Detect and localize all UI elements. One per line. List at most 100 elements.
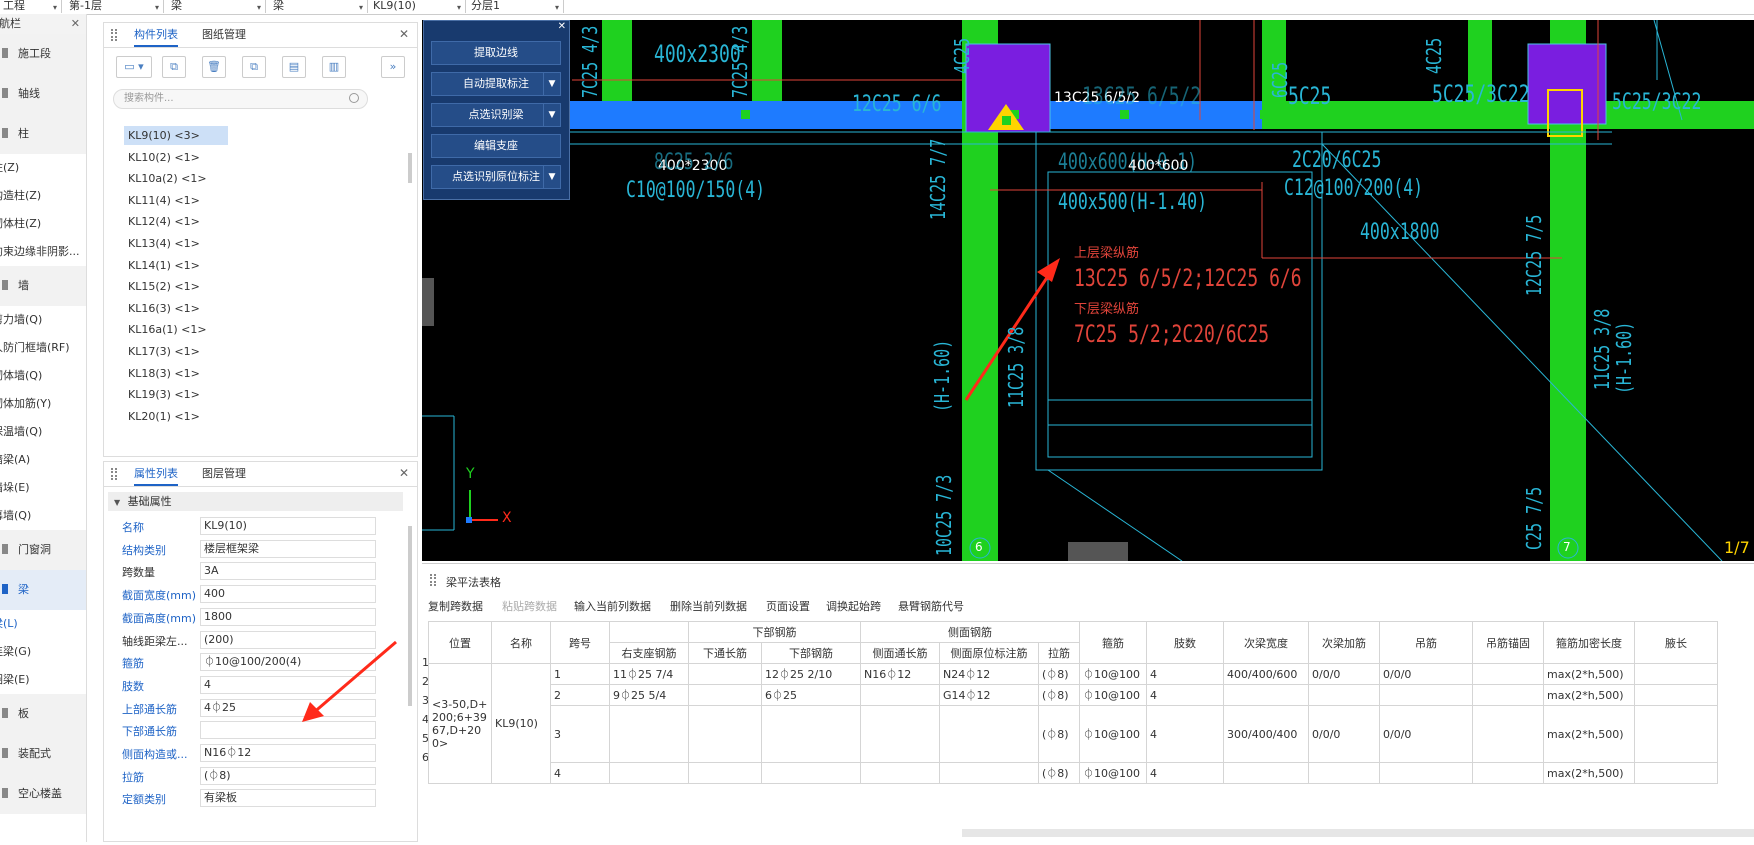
sidebar-item[interactable]: 墙	[0, 266, 86, 306]
table-cell[interactable]: 0/0/0	[1308, 705, 1380, 763]
table-cell[interactable]: 4	[1146, 684, 1224, 706]
table-cell[interactable]	[860, 705, 940, 763]
type-select[interactable]: 梁 ▾	[270, 0, 368, 13]
sidebar-item[interactable]: 砌体柱(Z)	[0, 210, 86, 238]
pick-recognize-beam-button[interactable]: 点选识别梁 ▼	[431, 103, 561, 127]
layer-select[interactable]: 分层1 ▾	[468, 0, 564, 13]
close-icon[interactable]: ✕	[558, 21, 566, 32]
tab-property-list[interactable]: 属性列表	[134, 462, 178, 486]
table-cell[interactable]	[1308, 762, 1380, 784]
component-list-item[interactable]: KL20(1) <1>	[124, 407, 228, 426]
sidebar-item[interactable]: 圈梁(E)	[0, 666, 86, 694]
table-cell[interactable]	[860, 684, 940, 706]
table-row[interactable]: 3 (⏀8) ⏀10@100 4 300/400/400 0/0/0 0/0/0 max(2*…	[429, 705, 1718, 763]
table-cell[interactable]: 9⏀25 5/4	[609, 684, 689, 706]
component-list-item[interactable]: KL12(4) <1>	[124, 212, 228, 231]
table-cell[interactable]	[688, 762, 762, 784]
table-cell[interactable]: ⏀10@100	[1079, 663, 1147, 685]
sidebar-item[interactable]: 砌体墙(Q)	[0, 362, 86, 390]
table-cell[interactable]	[1634, 762, 1718, 784]
table-cell[interactable]: max(2*h,500)	[1543, 762, 1635, 784]
input-column-data-button[interactable]: 输入当前列数据	[574, 598, 651, 614]
component-list-item[interactable]: KL9(10) <3>	[124, 126, 228, 145]
component-list-item[interactable]: KL16(3) <1>	[124, 299, 228, 318]
table-cell[interactable]: 6⏀25	[761, 684, 861, 706]
table-cell[interactable]: 0/0/0	[1379, 663, 1473, 685]
sidebar-item[interactable]: 砌体加筋(Y)	[0, 390, 86, 418]
auto-extract-annotation-button[interactable]: 自动提取标注 ▼	[431, 72, 561, 96]
table-row[interactable]: <3-50,D+200;6+3967,D+200> KL9(10) 1 11⏀25 7…	[428, 663, 1718, 784]
table-cell[interactable]: ⏀10@100	[1079, 684, 1147, 706]
delete-icon[interactable]: 🗑	[202, 56, 226, 78]
chevron-down-icon[interactable]: ▼	[543, 73, 560, 95]
sidebar-item[interactable]: 幕墙(Q)	[0, 502, 86, 530]
table-cell[interactable]	[1379, 762, 1473, 784]
component-list-item[interactable]: KL15(2) <1>	[124, 277, 228, 296]
table-cell[interactable]	[1379, 684, 1473, 706]
sidebar-item[interactable]: 柱(Z)	[0, 154, 86, 182]
table-cell[interactable]	[761, 705, 861, 763]
property-value-field[interactable]: 1800	[200, 607, 376, 626]
sidebar-item[interactable]: 轴线	[0, 74, 86, 114]
table-cell[interactable]: ⏀10@100	[1079, 762, 1147, 784]
table-cell[interactable]: max(2*h,500)	[1543, 705, 1635, 763]
section-basic-properties[interactable]: ▼ 基础属性	[108, 492, 403, 511]
sidebar-item[interactable]: 保温墙(Q)	[0, 418, 86, 446]
sidebar-item[interactable]: 梁	[0, 570, 86, 610]
drag-handle[interactable]	[111, 468, 117, 480]
property-value-field[interactable]: (⏀8)	[200, 766, 376, 785]
swap-start-span-button[interactable]: 调换起始跨	[826, 598, 881, 614]
table-cell[interactable]	[1308, 684, 1380, 706]
table-cell[interactable]	[860, 762, 940, 784]
sidebar-item[interactable]: 施工段	[0, 34, 86, 74]
duplicate-icon[interactable]: ⧉	[242, 56, 266, 78]
table-cell[interactable]	[1223, 684, 1309, 706]
sidebar-item[interactable]: 连梁(G)	[0, 638, 86, 666]
sidebar-item[interactable]: 门窗洞	[0, 530, 86, 570]
property-value-field[interactable]: 有梁板	[200, 789, 376, 808]
drag-handle[interactable]	[111, 29, 117, 41]
table-cell[interactable]: max(2*h,500)	[1543, 684, 1635, 706]
component-list-item[interactable]: KL18(3) <1>	[124, 364, 228, 383]
table-cell[interactable]: 11⏀25 7/4	[609, 663, 689, 685]
cantilever-code-button[interactable]: 悬臂钢筋代号	[898, 598, 964, 614]
floor-select[interactable]: 第-1层 ▾	[66, 0, 164, 13]
component-select[interactable]: KL9(10) ▾	[370, 0, 466, 13]
table-cell[interactable]: N24⏀12	[939, 663, 1039, 685]
sidebar-item[interactable]: 构造柱(Z)	[0, 182, 86, 210]
property-value-field[interactable]: N16⏀12	[200, 744, 376, 762]
project-select[interactable]: 工程 ▾	[0, 0, 62, 13]
table-cell[interactable]: (⏀8)	[1038, 762, 1080, 784]
table-cell[interactable]	[1634, 663, 1718, 685]
table-cell[interactable]	[939, 705, 1039, 763]
cell-name[interactable]: KL9(10)	[491, 663, 551, 784]
table-cell[interactable]	[688, 663, 762, 685]
tab-drawing-management[interactable]: 图纸管理	[202, 23, 246, 47]
sidebar-item[interactable]: 墙垛(E)	[0, 474, 86, 502]
cell-span[interactable]: 3	[550, 705, 610, 763]
delete-column-data-button[interactable]: 删除当前列数据	[670, 598, 747, 614]
table-cell[interactable]: G14⏀12	[939, 684, 1039, 706]
edit-support-button[interactable]: 编辑支座	[431, 134, 561, 158]
property-value-field[interactable]: 400	[200, 585, 376, 604]
cell-position[interactable]: <3-50,D+200;6+3967,D+200>	[428, 663, 492, 784]
extract-edge-button[interactable]: 提取边线	[431, 41, 561, 65]
close-icon[interactable]: ✕	[399, 466, 409, 480]
component-list-item[interactable]: KL11(4) <1>	[124, 191, 228, 210]
table-cell[interactable]: (⏀8)	[1038, 663, 1080, 685]
sidebar-item[interactable]: 梁(L)	[0, 610, 86, 638]
table-cell[interactable]	[609, 762, 689, 784]
table-cell[interactable]: max(2*h,500)	[1543, 663, 1635, 685]
horizontal-scrollbar[interactable]	[962, 829, 1754, 837]
table-cell[interactable]	[1472, 705, 1544, 763]
component-list-item[interactable]: KL19(3) <1>	[124, 385, 228, 404]
property-value-field[interactable]: 3A	[200, 562, 376, 581]
table-row[interactable]: 2 9⏀25 5/4 6⏀25 G14⏀12 (⏀8) ⏀10@100 4 max(2*h,5…	[429, 684, 1718, 706]
table-cell[interactable]	[1223, 762, 1309, 784]
component-list-item[interactable]: KL10a(2) <1>	[124, 169, 228, 188]
table-cell[interactable]	[1472, 684, 1544, 706]
sidebar-item[interactable]: 装配式	[0, 734, 86, 774]
table-cell[interactable]	[761, 762, 861, 784]
cell-span[interactable]: 2	[550, 684, 610, 706]
table-cell[interactable]: 12⏀25 2/10	[761, 663, 861, 685]
